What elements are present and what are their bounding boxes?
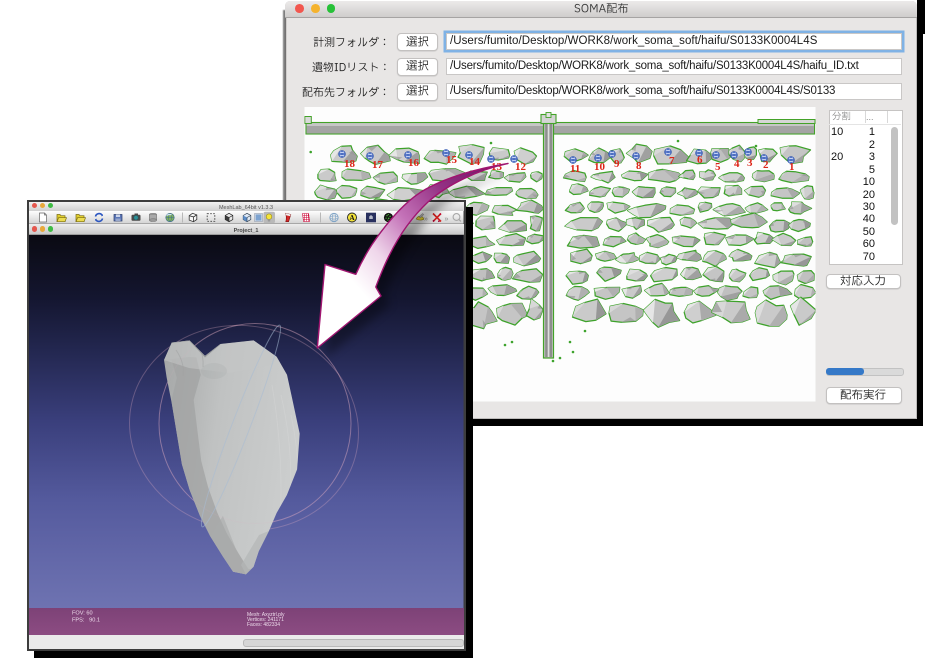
svg-text:FPS: 90.1: FPS: 90.1	[72, 618, 100, 624]
svg-text:7: 7	[669, 155, 675, 167]
svg-text:Faces: 482334: Faces: 482334	[247, 622, 280, 628]
svg-text:1: 1	[789, 161, 795, 173]
svg-text:8: 8	[636, 160, 642, 172]
svg-text:3: 3	[747, 157, 753, 169]
svg-text:4: 4	[734, 158, 740, 170]
svg-text:6: 6	[697, 154, 703, 166]
svg-text:10: 10	[594, 161, 606, 173]
svg-text:5: 5	[715, 161, 721, 173]
svg-text:12: 12	[515, 161, 527, 173]
svg-text:11: 11	[570, 163, 580, 175]
svg-text:2: 2	[763, 159, 769, 171]
svg-text:9: 9	[614, 158, 620, 170]
svg-text:FOV: 60: FOV: 60	[72, 611, 93, 617]
